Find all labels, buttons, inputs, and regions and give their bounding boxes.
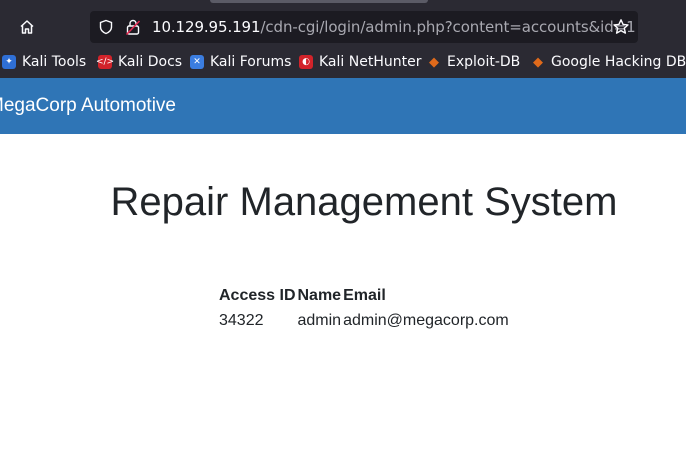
- bookmark-kali-forums[interactable]: ✕ Kali Forums: [190, 49, 297, 75]
- bookmark-ghdb[interactable]: ◆ Google Hacking DB: [531, 49, 686, 75]
- bookmark-label: Kali Tools: [22, 54, 87, 70]
- bookmark-label: Kali NetHunter: [319, 54, 422, 70]
- bookmark-exploit-db[interactable]: ◆ Exploit-DB: [427, 49, 526, 75]
- kali-docs-icon: </>: [95, 55, 115, 69]
- home-icon: [20, 20, 34, 34]
- brand-link[interactable]: MegaCorp Automotive: [0, 95, 176, 117]
- bookmarks-toolbar: ✦ Kali Tools </> Kali Docs ✕ Kali Forums…: [0, 49, 686, 75]
- home-button[interactable]: [12, 12, 42, 42]
- bookmark-kali-tools[interactable]: ✦ Kali Tools: [2, 49, 92, 75]
- bookmark-star-icon[interactable]: [612, 18, 630, 36]
- insecure-lock-icon[interactable]: [125, 18, 141, 36]
- address-bar[interactable]: 10.129.95.191/cdn-cgi/login/admin.php?co…: [90, 11, 638, 43]
- bookmark-label: Kali Forums: [210, 54, 292, 70]
- bookmark-label: Exploit-DB: [447, 54, 521, 70]
- shield-icon[interactable]: [98, 19, 114, 35]
- table-header-row: Access ID Name Email: [218, 284, 510, 308]
- kali-tools-icon: ✦: [2, 55, 16, 69]
- kali-forums-icon: ✕: [190, 55, 204, 69]
- browser-chrome: 10.129.95.191/cdn-cgi/login/admin.php?co…: [0, 0, 686, 78]
- cell-name: admin: [297, 312, 342, 329]
- cell-access-id: 34322: [219, 312, 264, 329]
- url-host: 10.129.95.191: [152, 18, 261, 36]
- url-path: /cdn-cgi/login/admin.php?content=account…: [260, 18, 636, 36]
- bookmark-kali-docs[interactable]: </> Kali Docs: [95, 49, 188, 75]
- bookmark-kali-nethunter[interactable]: ◐ Kali NetHunter: [299, 49, 427, 75]
- page-title: Repair Management System: [110, 180, 618, 224]
- url-text[interactable]: 10.129.95.191/cdn-cgi/login/admin.php?co…: [152, 18, 636, 36]
- column-header-access-id: Access ID: [219, 287, 296, 304]
- ghdb-icon: ◆: [533, 54, 543, 70]
- column-header-name: Name: [297, 287, 342, 304]
- column-header-email: Email: [343, 287, 386, 304]
- bookmark-label: Kali Docs: [118, 54, 183, 70]
- kali-nethunter-icon: ◐: [299, 55, 313, 69]
- exploit-db-icon: ◆: [429, 54, 439, 70]
- active-tab[interactable]: [210, 0, 428, 3]
- cell-email: admin@megacorp.com: [343, 312, 509, 329]
- site-navbar: MegaCorp Automotive: [0, 78, 686, 134]
- table-row: 34322 admin admin@megacorp.com: [218, 308, 510, 334]
- accounts-table: Access ID Name Email 34322 admin admin@m…: [218, 284, 510, 334]
- bookmark-label: Google Hacking DB: [551, 54, 686, 70]
